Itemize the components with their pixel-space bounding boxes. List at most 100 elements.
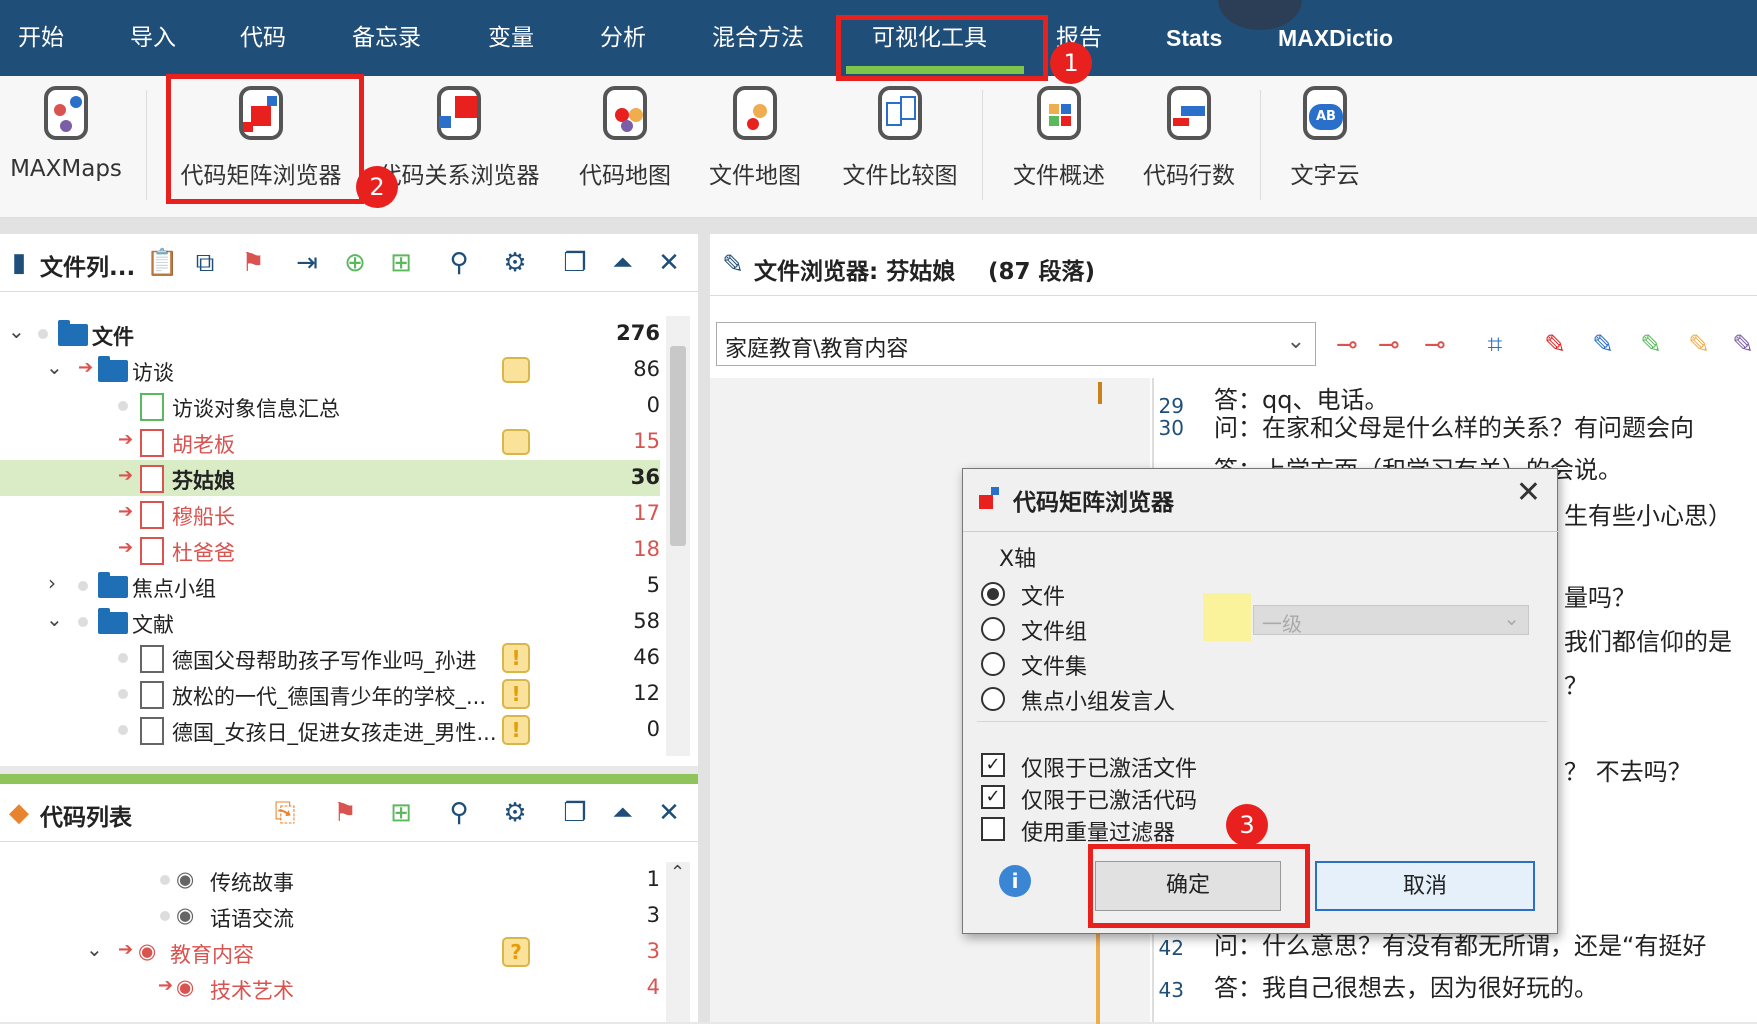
highlighter-green-icon[interactable]: ✎ <box>1636 330 1666 360</box>
new-document-icon[interactable]: ⊕ <box>340 248 370 278</box>
tree-row[interactable]: › 焦点小组 5 <box>0 568 660 604</box>
document-text-line[interactable]: 生有些小心思） <box>1564 496 1732 531</box>
code-selector-combo[interactable]: 家庭教育\教育内容 ⌄ <box>716 322 1316 366</box>
document-portrait-button[interactable]: 文件概述 <box>1004 84 1114 204</box>
maximize-icon[interactable]: ⏶ <box>608 248 638 278</box>
paste-icon[interactable]: 📋 <box>146 248 178 278</box>
memo-icon[interactable] <box>502 357 530 383</box>
annotation-box-ok <box>1088 844 1310 928</box>
tree-row[interactable]: ⌄ 文献 58 <box>0 604 660 640</box>
search-icon[interactable]: ⚲ <box>444 798 474 828</box>
code-add-multi-icon[interactable]: ⊸ <box>1420 330 1450 360</box>
document-map-icon <box>727 84 783 144</box>
tree-row[interactable]: ◉ 话语交流 3 <box>0 898 660 934</box>
tree-row[interactable]: ◉ 传统故事 1 <box>0 862 660 898</box>
pane-splitter[interactable] <box>0 774 698 784</box>
document-text-line[interactable]: 我们都信仰的是 <box>1564 622 1732 657</box>
tree-row[interactable]: 德国父母帮助孩子写作业吗_孙进 ! 46 <box>0 640 660 676</box>
highlighter-yellow-icon[interactable]: ✎ <box>1684 330 1714 360</box>
maxmaps-button[interactable]: MAXMaps <box>6 84 126 204</box>
filter-doc-icon[interactable]: ⚑ <box>238 248 268 278</box>
text-document-edit-icon <box>140 465 164 493</box>
menu-item-memos[interactable]: 备忘录 <box>352 0 421 76</box>
menu-item-codes[interactable]: 代码 <box>240 0 286 76</box>
search-icon[interactable]: ⚲ <box>444 248 474 278</box>
document-text-line[interactable]: 量吗？ <box>1564 578 1636 613</box>
maximize-icon[interactable]: ⏶ <box>608 798 638 828</box>
undock-icon[interactable]: ❐ <box>560 798 590 828</box>
close-icon[interactable]: ✕ <box>1516 475 1541 510</box>
document-text-line[interactable]: 问：在家和父母是什么样的关系？有问题会向 <box>1214 408 1694 443</box>
tree-row[interactable]: ➔ ◉ 技术艺术 4 <box>0 970 660 1006</box>
chevron-down-icon[interactable]: ⌄ <box>86 937 103 961</box>
close-icon[interactable]: ✕ <box>654 798 684 828</box>
tree-row[interactable]: 放松的一代_德国青少年的学校_... ! 12 <box>0 676 660 712</box>
highlighter-blue-icon[interactable]: ✎ <box>1588 330 1618 360</box>
menu-item-variables[interactable]: 变量 <box>488 0 534 76</box>
checkbox-weight-filter[interactable] <box>981 817 1005 841</box>
undock-icon[interactable]: ❐ <box>560 248 590 278</box>
menu-item-mixed-methods[interactable]: 混合方法 <box>712 0 804 76</box>
tree-row[interactable]: ⌄ ➔ ◉ 教育内容 ? 3 <box>0 934 660 970</box>
close-icon[interactable]: ✕ <box>654 248 684 278</box>
tree-row[interactable]: ➔ 杜爸爸 18 <box>0 532 660 568</box>
folder-icon <box>98 356 128 382</box>
chevron-right-icon[interactable]: › <box>48 571 56 595</box>
code-add-icon[interactable]: ⊸ <box>1374 330 1404 360</box>
document-text-line[interactable]: ？ <box>1564 666 1588 701</box>
document-text-line[interactable]: 答：我自己很想去，因为很好玩的。 <box>1214 968 1598 1003</box>
word-cloud-button[interactable]: AB 文字云 <box>1280 84 1370 204</box>
chevron-down-icon[interactable]: ⌄ <box>8 319 25 343</box>
memo-icon[interactable] <box>502 429 530 455</box>
warning-memo-icon[interactable]: ! <box>502 679 530 709</box>
document-text-line[interactable]: ？ 不去吗？ <box>1564 752 1692 787</box>
warning-memo-icon[interactable]: ! <box>502 643 530 673</box>
tree-row[interactable]: ⌄ ➔ 访谈 86 <box>0 352 660 388</box>
tree-row[interactable]: 德国_女孩日_促进女孩走进_男性... ! 0 <box>0 712 660 748</box>
folder-icon <box>58 320 88 346</box>
folder-icon <box>98 572 128 598</box>
cancel-button[interactable]: 取消 <box>1315 861 1535 911</box>
radio-focus-group-speakers[interactable] <box>981 687 1005 711</box>
document-comparison-button[interactable]: 文件比较图 <box>830 84 970 204</box>
code-in-vivo-icon[interactable]: ⌗ <box>1480 330 1510 360</box>
new-group-icon[interactable]: ⊞ <box>386 248 416 278</box>
gear-icon[interactable]: ⚙ <box>500 248 530 278</box>
code-pin-icon[interactable]: ⊸ <box>1332 330 1362 360</box>
checkbox-activated-codes[interactable]: ✓ <box>981 785 1005 809</box>
chevron-down-icon[interactable]: ⌄ <box>46 607 63 631</box>
codeline-button[interactable]: 代码行数 <box>1134 84 1244 204</box>
document-map-button[interactable]: 文件地图 <box>700 84 810 204</box>
menu-item-import[interactable]: 导入 <box>130 0 176 76</box>
gear-icon[interactable]: ⚙ <box>500 798 530 828</box>
new-code-set-icon[interactable]: ⊞ <box>386 798 416 828</box>
checkbox-activated-documents[interactable]: ✓ <box>981 753 1005 777</box>
tree-row[interactable]: ➔ 穆船长 17 <box>0 496 660 532</box>
new-code-icon[interactable]: ⎘ <box>270 798 300 828</box>
filter-code-icon[interactable]: ⚑ <box>330 798 360 828</box>
menu-item-analysis[interactable]: 分析 <box>600 0 646 76</box>
import-icon[interactable]: ⇥ <box>292 248 322 278</box>
warning-memo-icon[interactable]: ! <box>502 715 530 745</box>
radio-document-sets[interactable] <box>981 652 1005 676</box>
highlighter-red-icon[interactable]: ✎ <box>1540 330 1570 360</box>
menu-item-start[interactable]: 开始 <box>18 0 64 76</box>
tree-row[interactable]: ➔ 胡老板 15 <box>0 424 660 460</box>
code-tree-scrollbar[interactable]: ⌃ <box>666 862 690 1022</box>
document-tree-scrollbar[interactable] <box>666 316 690 756</box>
highlighter-purple-icon[interactable]: ✎ <box>1728 330 1757 360</box>
code-map-button[interactable]: 代码地图 <box>570 84 680 204</box>
tree-row[interactable]: 访谈对象信息汇总 0 <box>0 388 660 424</box>
copy-docs-icon[interactable]: ⧉ <box>190 248 220 278</box>
radio-document-groups[interactable] <box>981 617 1005 641</box>
tree-row-selected[interactable]: ➔ 芬姑娘 36 <box>0 460 660 496</box>
question-memo-icon[interactable]: ? <box>502 937 530 967</box>
radio-documents[interactable] <box>981 582 1005 606</box>
info-icon[interactable]: i <box>999 865 1031 897</box>
vertical-splitter[interactable] <box>698 234 710 1022</box>
level-select[interactable]: 一级 ⌄ <box>1253 605 1529 636</box>
tree-row[interactable]: ⌄ 文件 276 <box>0 316 660 352</box>
code-relations-browser-button[interactable]: 代码关系浏览器 <box>374 84 544 204</box>
menu-item-stats[interactable]: Stats <box>1166 0 1222 76</box>
chevron-down-icon[interactable]: ⌄ <box>46 355 63 379</box>
